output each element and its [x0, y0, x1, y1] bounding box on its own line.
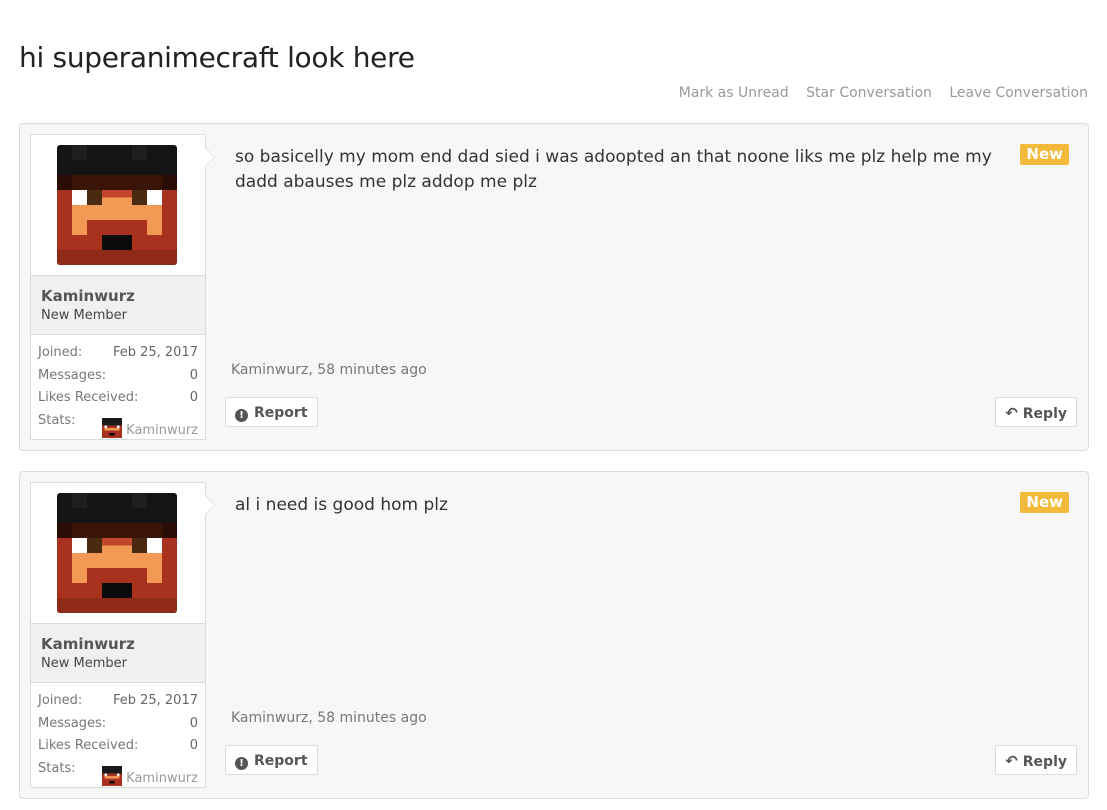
reply-arrow-icon: ↶ [1005, 404, 1018, 422]
post-meta[interactable]: Kaminwurz, 58 minutes ago [231, 362, 427, 378]
message-post: Kaminwurz New Member Joined: Feb 25, 201… [19, 471, 1089, 799]
stat-label: Likes Received: [38, 390, 139, 405]
stat-value: 0 [189, 390, 198, 405]
stat-messages: Messages: 0 [38, 716, 198, 736]
stats-user-link[interactable]: Kaminwurz [102, 766, 198, 786]
stat-likes: Likes Received: 0 [38, 738, 198, 758]
stat-messages: Messages: 0 [38, 368, 198, 388]
user-name-box: Kaminwurz New Member [31, 623, 205, 683]
avatar[interactable] [57, 145, 177, 265]
username-link[interactable]: Kaminwurz [41, 287, 135, 305]
stat-value: 0 [189, 738, 198, 753]
leave-conversation-link[interactable]: Leave Conversation [949, 85, 1088, 101]
stat-likes: Likes Received: 0 [38, 390, 198, 410]
username-link[interactable]: Kaminwurz [41, 635, 135, 653]
page-title: hi superanimecraft look here [19, 40, 415, 74]
message-body: so basicelly my mom end dad sied i was a… [235, 147, 992, 192]
report-label: Report [254, 405, 308, 421]
message-post: Kaminwurz New Member Joined: Feb 25, 201… [19, 123, 1089, 451]
stat-label: Likes Received: [38, 738, 139, 753]
exclamation-circle-icon: ! [235, 757, 248, 770]
new-badge: New [1020, 144, 1069, 165]
stat-label: Messages: [38, 368, 107, 383]
reply-button[interactable]: ↶ Reply [995, 745, 1077, 775]
user-title: New Member [41, 308, 127, 323]
mini-avatar-icon [102, 766, 123, 786]
mini-avatar-icon [102, 418, 123, 438]
stat-stats: Stats: Kaminwurz [38, 413, 198, 438]
stat-joined: Joined: Feb 25, 2017 [38, 345, 198, 365]
message-body: al i need is good hom plz [235, 495, 448, 515]
stats-user-link[interactable]: Kaminwurz [102, 418, 198, 438]
stat-label: Stats: [38, 761, 76, 776]
report-button[interactable]: ! Report [225, 745, 318, 775]
exclamation-circle-icon: ! [235, 409, 248, 422]
star-conversation-link[interactable]: Star Conversation [806, 85, 932, 101]
user-name-box: Kaminwurz New Member [31, 275, 205, 335]
stat-value: Feb 25, 2017 [112, 693, 198, 708]
stat-label: Joined: [38, 345, 83, 360]
new-badge: New [1020, 492, 1069, 513]
stat-value: 0 [189, 716, 198, 731]
stat-stats: Stats: Kaminwurz [38, 761, 198, 786]
reply-button[interactable]: ↶ Reply [995, 397, 1077, 427]
stat-joined: Joined: Feb 25, 2017 [38, 693, 198, 713]
reply-label: Reply [1022, 754, 1067, 770]
user-title: New Member [41, 656, 127, 671]
stat-label: Messages: [38, 716, 107, 731]
stat-value: Feb 25, 2017 [112, 345, 198, 360]
stats-username: Kaminwurz [126, 771, 198, 786]
stat-label: Joined: [38, 693, 83, 708]
user-info-panel: Kaminwurz New Member Joined: Feb 25, 201… [30, 482, 215, 788]
stat-value: 0 [189, 368, 198, 383]
post-meta[interactable]: Kaminwurz, 58 minutes ago [231, 710, 427, 726]
conversation-actions: Mark as Unread Star Conversation Leave C… [666, 85, 1088, 101]
report-button[interactable]: ! Report [225, 397, 318, 427]
stats-username: Kaminwurz [126, 423, 198, 438]
reply-label: Reply [1022, 406, 1067, 422]
user-info-panel: Kaminwurz New Member Joined: Feb 25, 201… [30, 134, 215, 440]
stat-label: Stats: [38, 413, 76, 428]
avatar[interactable] [57, 493, 177, 613]
report-label: Report [254, 753, 308, 769]
reply-arrow-icon: ↶ [1005, 752, 1018, 770]
mark-as-unread-link[interactable]: Mark as Unread [679, 85, 789, 101]
